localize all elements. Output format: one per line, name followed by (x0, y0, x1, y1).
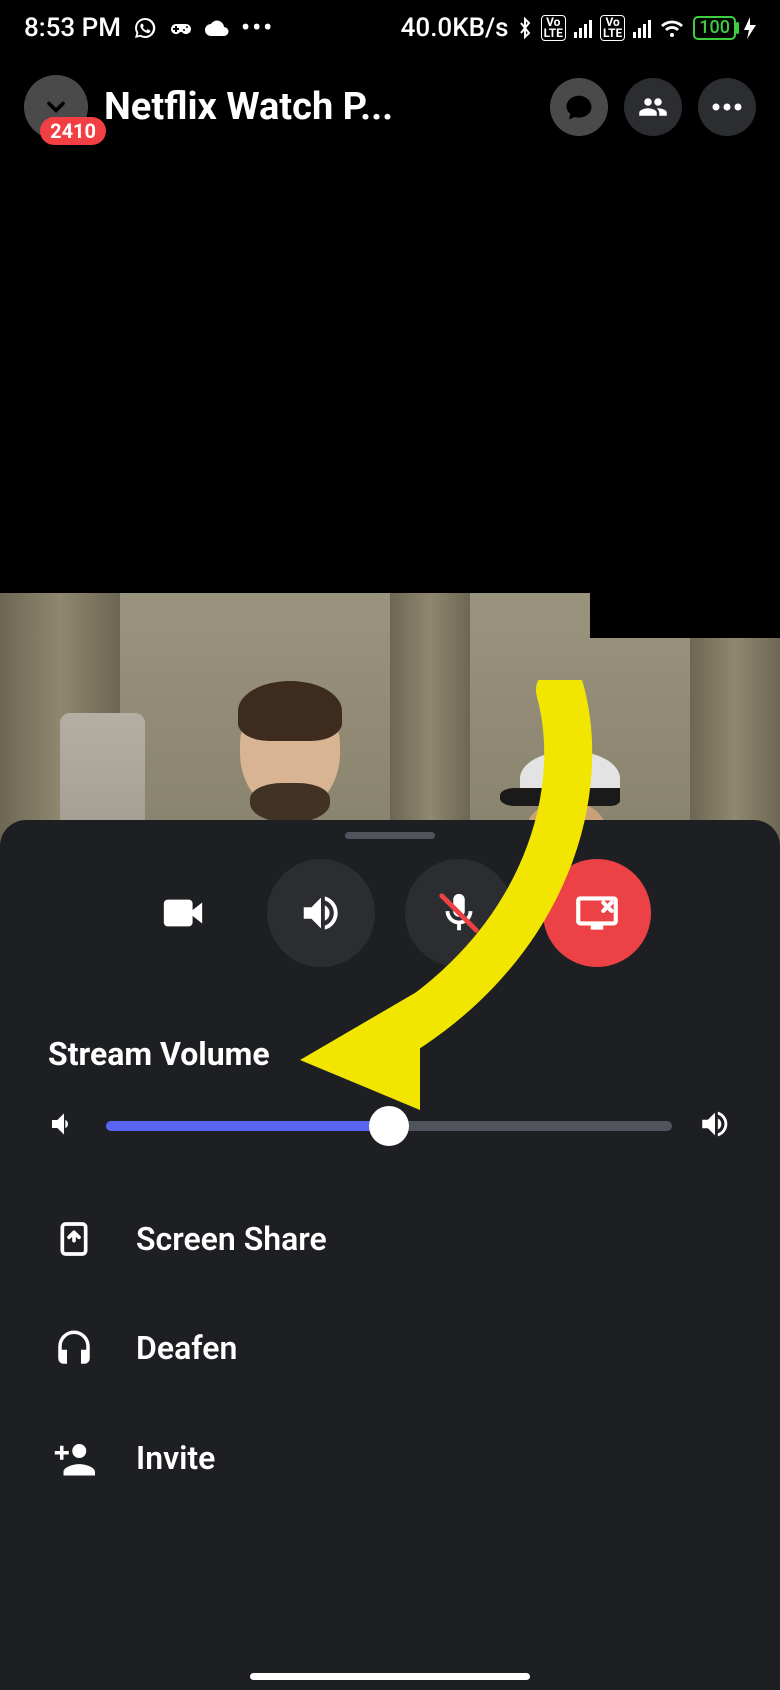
mic-mute-button[interactable] (405, 859, 513, 967)
signal-bars-icon-2 (633, 18, 651, 38)
status-net-speed: 40.0KB/s (401, 13, 509, 43)
channel-title: Netflix Watch P... (104, 85, 534, 129)
status-bar: 8:53 PM ••• 40.0KB/s VoLTE VoLTE 100 (0, 0, 780, 55)
cloud-icon (205, 18, 229, 38)
more-horizontal-icon (712, 103, 742, 111)
more-dots-icon: ••• (241, 13, 274, 43)
speaker-icon (298, 890, 344, 936)
stream-volume-section: Stream Volume (0, 997, 780, 1155)
video-camera-icon (160, 890, 206, 936)
voice-channel-header: 2410 Netflix Watch P... (0, 55, 780, 147)
whatsapp-icon (133, 16, 157, 40)
deafen-option[interactable]: Deafen (48, 1293, 732, 1403)
wifi-icon (659, 17, 685, 39)
more-options-button[interactable] (698, 78, 756, 136)
invite-user-icon (48, 1437, 100, 1479)
headphones-icon (48, 1327, 100, 1369)
deafen-label: Deafen (136, 1329, 237, 1367)
call-controls-sheet: Stream Volume Screen Share Deafe (0, 820, 780, 1690)
call-options-list: Screen Share Deafen Invite (0, 1155, 780, 1513)
call-controls-row (0, 859, 780, 967)
volte-badge-2: VoLTE (600, 15, 625, 41)
camera-toggle-button[interactable] (129, 859, 237, 967)
charging-icon (744, 17, 756, 39)
screen-share-option[interactable]: Screen Share (48, 1185, 732, 1293)
mentions-badge: 2410 (40, 117, 106, 145)
audio-output-button[interactable] (267, 859, 375, 967)
chat-bubble-icon (564, 92, 594, 122)
home-indicator[interactable] (250, 1673, 530, 1680)
stop-stream-button[interactable] (543, 859, 651, 967)
chat-button[interactable] (550, 78, 608, 136)
screen-share-label: Screen Share (136, 1220, 327, 1258)
volume-high-icon (698, 1107, 732, 1145)
status-time: 8:53 PM (24, 13, 121, 43)
collapse-button[interactable]: 2410 (24, 75, 88, 139)
mic-off-icon (436, 890, 482, 936)
invite-option[interactable]: Invite (48, 1403, 732, 1513)
battery-icon: 100 (693, 16, 736, 40)
people-icon (638, 92, 668, 122)
sheet-drag-handle[interactable] (345, 832, 435, 839)
game-controller-icon (169, 16, 193, 40)
members-button[interactable] (624, 78, 682, 136)
screen-share-icon (48, 1219, 100, 1259)
invite-label: Invite (136, 1439, 215, 1477)
stream-volume-label: Stream Volume (48, 1035, 732, 1073)
signal-bars-icon (574, 18, 592, 38)
bluetooth-icon (517, 16, 533, 40)
stream-volume-slider[interactable] (106, 1121, 672, 1131)
volte-badge-1: VoLTE (541, 15, 566, 41)
screen-stop-icon (572, 888, 622, 938)
volume-low-icon (48, 1108, 80, 1144)
